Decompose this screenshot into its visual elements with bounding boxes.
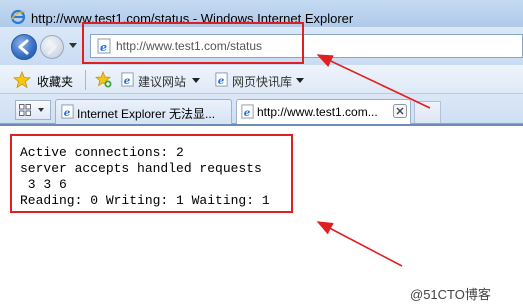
annotation-arrows bbox=[316, 54, 431, 267]
watermark: @51CTO博客 bbox=[410, 287, 491, 302]
arrow-to-output bbox=[316, 221, 403, 267]
arrow-to-address bbox=[316, 54, 431, 109]
